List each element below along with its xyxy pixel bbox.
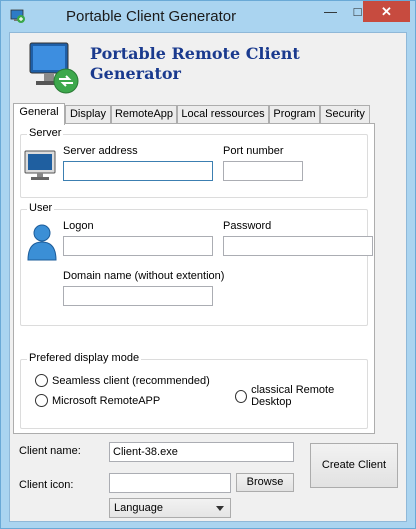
logon-label: Logon <box>63 220 94 232</box>
client-icon-label: Client icon: <box>19 479 74 491</box>
app-window: Portable Client Generator — □ ✕ Portable… <box>0 0 416 529</box>
radio-button-icon[interactable] <box>235 389 248 403</box>
language-select-value: Language <box>114 502 163 514</box>
create-client-button[interactable]: Create Client <box>310 443 398 488</box>
logon-field[interactable] <box>63 236 213 256</box>
port-number-label: Port number <box>223 145 284 157</box>
banner-title-line2: Generator <box>90 64 181 83</box>
password-field[interactable] <box>223 236 373 256</box>
server-address-label: Server address <box>63 145 138 157</box>
user-icon <box>27 224 57 261</box>
client-area: Portable Remote Client Generator General… <box>9 32 407 522</box>
port-number-field[interactable] <box>223 161 303 181</box>
browse-button[interactable]: Browse <box>236 473 294 492</box>
remote-desktop-icon <box>29 42 79 94</box>
tab-display[interactable]: Display <box>65 105 111 124</box>
window-title: Portable Client Generator <box>66 8 237 25</box>
domain-name-field[interactable] <box>63 286 213 306</box>
classical-remote-desktop-radio[interactable]: classical Remote Desktop <box>235 384 367 408</box>
user-group-label: User <box>27 202 55 214</box>
banner-title-line1: Portable Remote Client <box>90 44 300 63</box>
display-mode-group-label: Prefered display mode <box>27 352 142 364</box>
tab-general[interactable]: General <box>13 103 65 125</box>
client-icon-field[interactable] <box>109 473 231 493</box>
general-tab-panel: Server Server address Port number User L… <box>13 123 375 434</box>
seamless-client-radio[interactable]: Seamless client (recommended) <box>35 374 210 387</box>
client-icon-input[interactable] <box>110 474 230 492</box>
client-name-input[interactable] <box>110 443 293 461</box>
server-group-label: Server <box>27 127 64 139</box>
server-group: Server Server address Port number <box>20 127 368 198</box>
client-name-field[interactable] <box>109 442 294 462</box>
banner-title: Portable Remote Client Generator <box>90 44 330 84</box>
display-mode-group: Prefered display mode Seamless client (r… <box>20 352 368 429</box>
logon-input[interactable] <box>64 237 212 255</box>
radio-button-icon[interactable] <box>35 394 48 407</box>
server-address-field[interactable] <box>63 161 213 181</box>
tab-local-ressources[interactable]: Local ressources <box>177 105 269 124</box>
user-group: User Logon Password Domain name (without… <box>20 202 373 326</box>
microsoft-remoteapp-label: Microsoft RemoteAPP <box>52 394 161 407</box>
domain-name-input[interactable] <box>64 287 212 305</box>
computer-icon <box>24 150 56 180</box>
domain-name-label: Domain name (without extention) <box>63 270 225 282</box>
radio-button-icon[interactable] <box>35 374 48 387</box>
title-bar[interactable]: Portable Client Generator — □ ✕ <box>1 1 415 31</box>
port-number-input[interactable] <box>224 162 302 180</box>
microsoft-remoteapp-radio[interactable]: Microsoft RemoteAPP <box>35 394 160 407</box>
client-name-label: Client name: <box>19 445 81 457</box>
language-select[interactable]: Language <box>109 498 231 518</box>
password-input[interactable] <box>224 237 372 255</box>
classical-remote-desktop-label: classical Remote Desktop <box>251 384 335 408</box>
minimize-button[interactable]: — <box>317 1 344 22</box>
seamless-client-label: Seamless client (recommended) <box>52 374 210 387</box>
close-button[interactable]: ✕ <box>363 1 410 22</box>
chevron-down-icon[interactable] <box>216 506 224 511</box>
app-monitor-icon <box>10 9 25 23</box>
tab-security[interactable]: Security <box>320 105 370 124</box>
password-label: Password <box>223 220 272 232</box>
tab-remoteapp[interactable]: RemoteApp <box>111 105 177 124</box>
server-address-input[interactable] <box>64 162 212 180</box>
tab-program[interactable]: Program <box>269 105 320 124</box>
